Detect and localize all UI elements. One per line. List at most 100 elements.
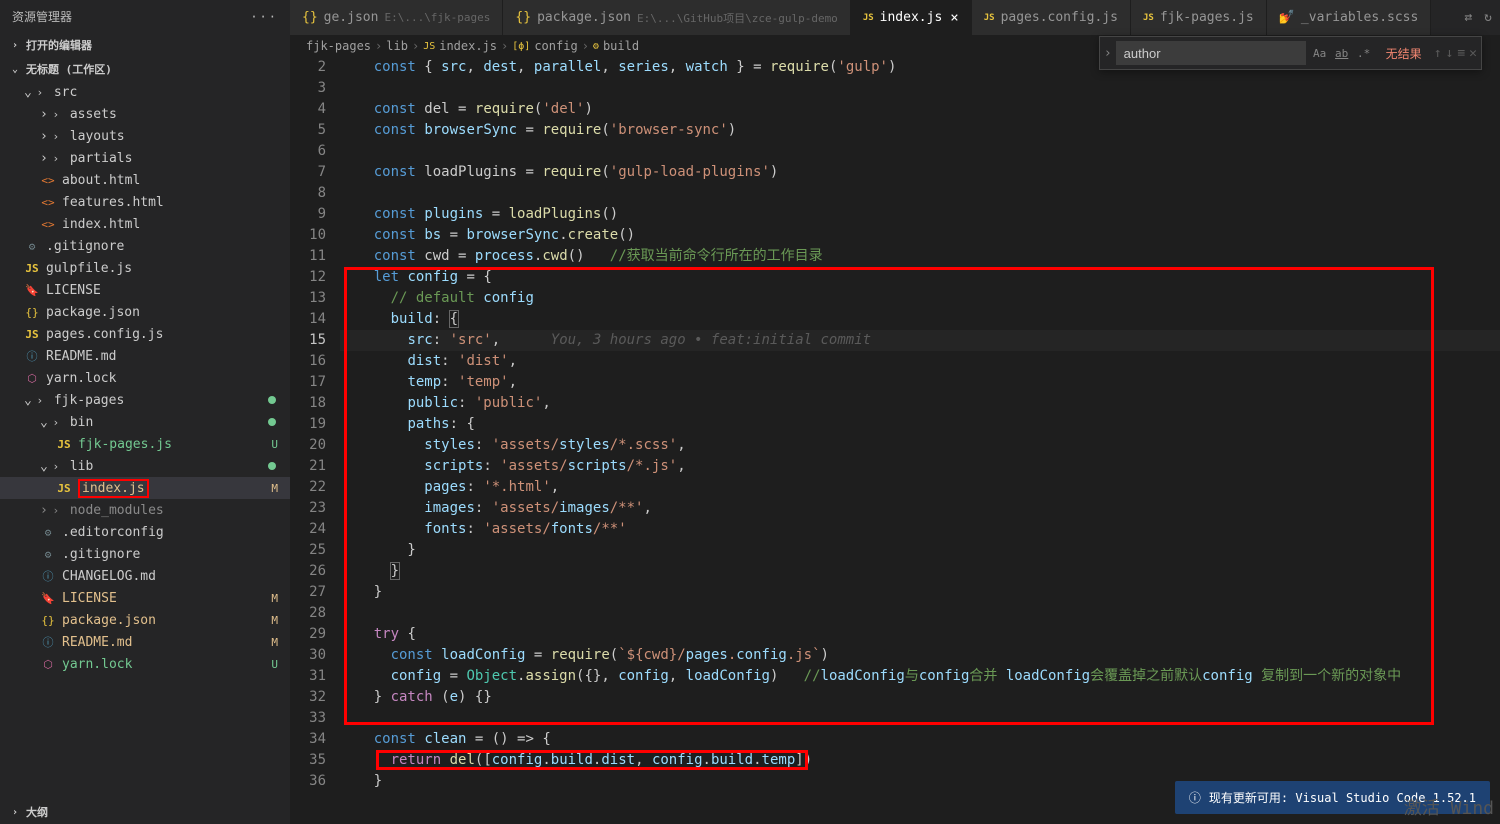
code-line-14[interactable]: build: { <box>340 309 1500 330</box>
code-line-13[interactable]: // default config <box>340 288 1500 309</box>
code-line-19[interactable]: paths: { <box>340 414 1500 435</box>
code-line-27[interactable]: } <box>340 582 1500 603</box>
workspace-section[interactable]: ⌄ 无标题 (工作区) <box>0 57 290 81</box>
code-line-4[interactable]: const del = require('del') <box>340 99 1500 120</box>
chevron-right-icon[interactable]: › <box>1100 46 1116 61</box>
tree-item--gitignore[interactable]: ⚙.gitignore <box>0 235 290 257</box>
tree-item-license[interactable]: 🔖LICENSEM <box>0 587 290 609</box>
code-area[interactable]: const { src, dest, parallel, series, wat… <box>340 57 1500 824</box>
refresh-icon[interactable]: ↻ <box>1484 10 1492 25</box>
close-icon[interactable]: ✕ <box>1469 46 1477 61</box>
code-line-8[interactable] <box>340 183 1500 204</box>
tab--variables-scss[interactable]: 💅_variables.scss <box>1267 0 1432 35</box>
tree-item-readme-md[interactable]: ⓘREADME.mdM <box>0 631 290 653</box>
code-line-34[interactable]: const clean = () => { <box>340 729 1500 750</box>
next-icon[interactable]: ↓ <box>1446 46 1454 61</box>
whole-word-icon[interactable]: ab <box>1332 43 1352 63</box>
code-line-30[interactable]: const loadConfig = require(`${cwd}/pages… <box>340 645 1500 666</box>
tree-item-index-html[interactable]: <>index.html <box>0 213 290 235</box>
json-icon: {} <box>302 10 318 25</box>
folder-icon: › <box>32 84 48 100</box>
folder-icon: › <box>48 150 64 166</box>
tree-item-about-html[interactable]: <>about.html <box>0 169 290 191</box>
code-line-29[interactable]: try { <box>340 624 1500 645</box>
regex-icon[interactable]: .* <box>1354 43 1374 63</box>
tree-item-features-html[interactable]: <>features.html <box>0 191 290 213</box>
code-line-10[interactable]: const bs = browserSync.create() <box>340 225 1500 246</box>
breadcrumb-item[interactable]: index.js <box>439 39 497 53</box>
breadcrumb-item[interactable]: lib <box>386 39 408 53</box>
editor[interactable]: 2345678910111213141516171819202122232425… <box>290 57 1500 824</box>
tree-item-yarn-lock[interactable]: ⬡yarn.lock <box>0 367 290 389</box>
tab-ge-json[interactable]: {}ge.jsonE:\...\fjk-pages <box>290 0 503 35</box>
breadcrumb-item[interactable]: config <box>534 39 577 53</box>
js-icon: JS <box>24 260 40 276</box>
search-input[interactable] <box>1116 41 1306 65</box>
lock-icon: ⬡ <box>40 656 56 672</box>
tree-item-layouts[interactable]: › ›layouts <box>0 125 290 147</box>
json-icon: {} <box>515 10 531 25</box>
code-line-7[interactable]: const loadPlugins = require('gulp-load-p… <box>340 162 1500 183</box>
tree-item-package-json[interactable]: {}package.json <box>0 301 290 323</box>
tree-item-gulpfile-js[interactable]: JSgulpfile.js <box>0 257 290 279</box>
tree-item-index-js[interactable]: JSindex.jsM <box>0 477 290 499</box>
tree-item-lib[interactable]: ⌄ ›lib <box>0 455 290 477</box>
tab-index-js[interactable]: JSindex.js× <box>851 0 972 35</box>
prev-icon[interactable]: ↑ <box>1434 46 1442 61</box>
tree-item-package-json[interactable]: {}package.jsonM <box>0 609 290 631</box>
code-line-17[interactable]: temp: 'temp', <box>340 372 1500 393</box>
tree-item-yarn-lock[interactable]: ⬡yarn.lockU <box>0 653 290 675</box>
tree-item-partials[interactable]: › ›partials <box>0 147 290 169</box>
code-line-9[interactable]: const plugins = loadPlugins() <box>340 204 1500 225</box>
breadcrumb-item[interactable]: fjk-pages <box>306 39 371 53</box>
code-line-16[interactable]: dist: 'dist', <box>340 351 1500 372</box>
folder-icon: › <box>48 502 64 518</box>
code-line-15[interactable]: src: 'src', You, 3 hours ago • feat:init… <box>340 330 1500 351</box>
tab-pages-config-js[interactable]: JSpages.config.js <box>972 0 1131 35</box>
code-line-21[interactable]: scripts: 'assets/scripts/*.js', <box>340 456 1500 477</box>
compare-icon[interactable]: ⇄ <box>1464 10 1472 25</box>
breadcrumb-item[interactable]: build <box>603 39 639 53</box>
code-line-24[interactable]: fonts: 'assets/fonts/**' <box>340 519 1500 540</box>
code-line-32[interactable]: } catch (e) {} <box>340 687 1500 708</box>
tree-item-readme-md[interactable]: ⓘREADME.md <box>0 345 290 367</box>
code-line-31[interactable]: config = Object.assign({}, config, loadC… <box>340 666 1500 687</box>
tree-item--gitignore[interactable]: ⚙.gitignore <box>0 543 290 565</box>
tree-item-bin[interactable]: ⌄ ›bin <box>0 411 290 433</box>
code-line-12[interactable]: let config = { <box>340 267 1500 288</box>
code-line-35[interactable]: return del([config.build.dist, config.bu… <box>340 750 1500 771</box>
more-icon[interactable]: ··· <box>250 10 278 24</box>
code-line-26[interactable]: } <box>340 561 1500 582</box>
tree-item-pages-config-js[interactable]: JSpages.config.js <box>0 323 290 345</box>
chevron-right-icon: › <box>12 807 22 818</box>
close-icon[interactable]: × <box>950 10 958 26</box>
code-line-28[interactable] <box>340 603 1500 624</box>
json-icon: {} <box>40 612 56 628</box>
code-line-33[interactable] <box>340 708 1500 729</box>
tree-item-fjk-pages[interactable]: ⌄ ›fjk-pages <box>0 389 290 411</box>
open-editors-section[interactable]: › 打开的编辑器 <box>0 33 290 57</box>
code-line-23[interactable]: images: 'assets/images/**', <box>340 498 1500 519</box>
code-line-3[interactable] <box>340 78 1500 99</box>
code-line-18[interactable]: public: 'public', <box>340 393 1500 414</box>
tree-item-changelog-md[interactable]: ⓘCHANGELOG.md <box>0 565 290 587</box>
code-line-25[interactable]: } <box>340 540 1500 561</box>
tree-item--editorconfig[interactable]: ⚙.editorconfig <box>0 521 290 543</box>
js-icon: JS <box>24 326 40 342</box>
code-line-20[interactable]: styles: 'assets/styles/*.scss', <box>340 435 1500 456</box>
code-line-11[interactable]: const cwd = process.cwd() //获取当前命令行所在的工作… <box>340 246 1500 267</box>
match-case-icon[interactable]: Aa <box>1310 43 1330 63</box>
outline-section[interactable]: › 大纲 <box>0 800 290 824</box>
code-line-5[interactable]: const browserSync = require('browser-syn… <box>340 120 1500 141</box>
tree-item-license[interactable]: 🔖LICENSE <box>0 279 290 301</box>
tree-item-node-modules[interactable]: › ›node_modules <box>0 499 290 521</box>
selection-icon[interactable]: ≡ <box>1457 46 1465 61</box>
tree-item-assets[interactable]: › ›assets <box>0 103 290 125</box>
code-line-22[interactable]: pages: '*.html', <box>340 477 1500 498</box>
tab-package-json[interactable]: {}package.jsonE:\...\GitHub项目\zce-gulp-d… <box>503 0 850 35</box>
tree-item-src[interactable]: ⌄ ›src <box>0 81 290 103</box>
tab-fjk-pages-js[interactable]: JSfjk-pages.js <box>1131 0 1267 35</box>
code-line-6[interactable] <box>340 141 1500 162</box>
tabs-bar: {}ge.jsonE:\...\fjk-pages{}package.jsonE… <box>290 0 1500 35</box>
tree-item-fjk-pages-js[interactable]: JSfjk-pages.jsU <box>0 433 290 455</box>
